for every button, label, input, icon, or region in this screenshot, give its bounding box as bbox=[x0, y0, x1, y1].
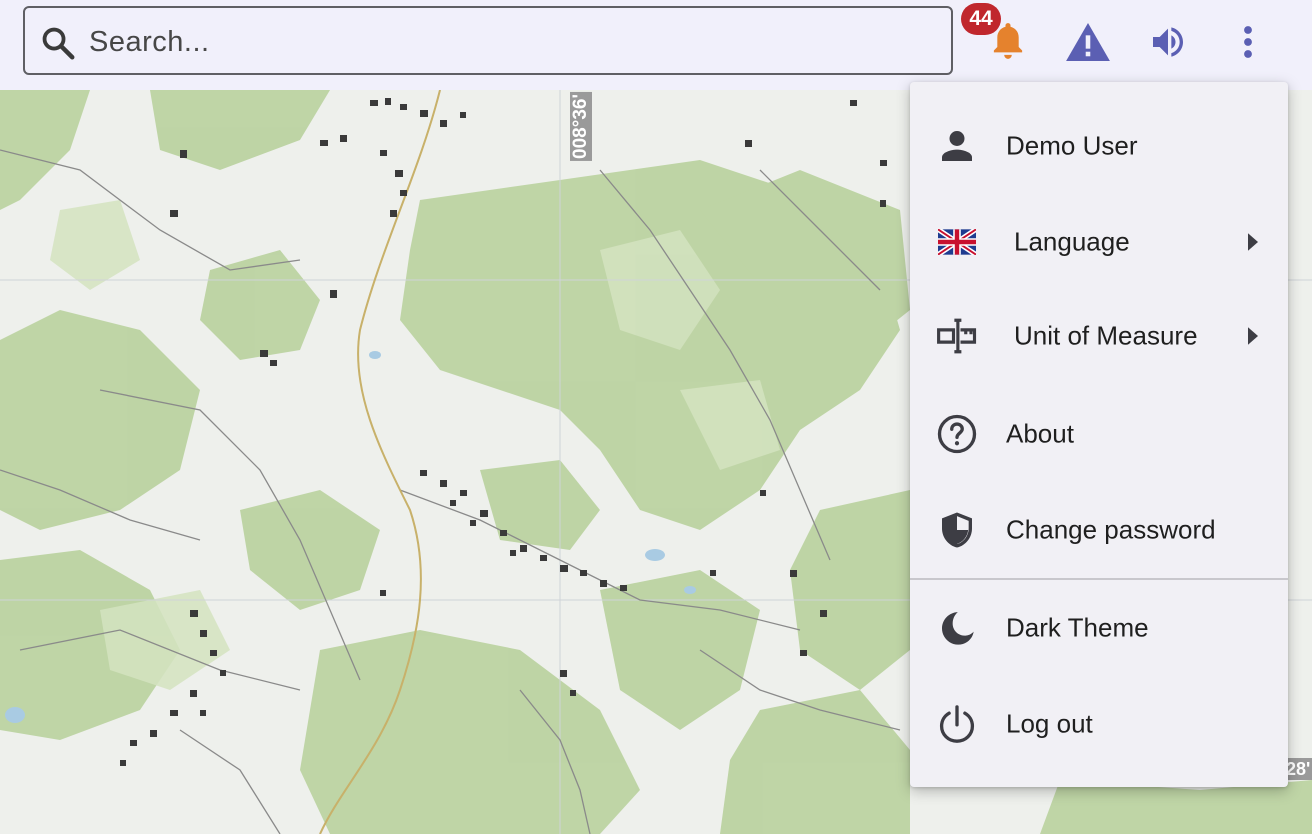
menu-item-label: Language bbox=[1014, 226, 1130, 257]
menu-item-label: Dark Theme bbox=[1006, 612, 1149, 643]
notification-count-badge: 44 bbox=[961, 3, 1001, 35]
menu-item-demo-user[interactable]: Demo User bbox=[910, 106, 1288, 186]
more-options-button[interactable] bbox=[1220, 12, 1276, 72]
menu-item-change-password[interactable]: Change password bbox=[910, 490, 1288, 570]
menu-item-label: Unit of Measure bbox=[1014, 320, 1198, 351]
shield-icon bbox=[936, 509, 978, 551]
map-edge-coordinate-label: 28' bbox=[1284, 758, 1312, 780]
menu-item-label: About bbox=[1006, 418, 1074, 449]
warning-icon bbox=[1066, 22, 1110, 62]
uk-flag-icon bbox=[936, 221, 978, 263]
search-box[interactable] bbox=[23, 6, 953, 75]
more-vert-icon bbox=[1244, 26, 1252, 58]
menu-item-log-out[interactable]: Log out bbox=[910, 684, 1288, 764]
chevron-right-icon bbox=[1248, 233, 1258, 251]
menu-item-about[interactable]: About bbox=[910, 394, 1288, 474]
menu-item-language[interactable]: Language bbox=[910, 202, 1288, 282]
search-icon[interactable] bbox=[39, 24, 77, 62]
menu-divider bbox=[910, 578, 1288, 580]
person-icon bbox=[936, 125, 978, 167]
user-menu: Demo User Language Unit of Measure About… bbox=[910, 82, 1288, 787]
menu-item-dark-theme[interactable]: Dark Theme bbox=[910, 588, 1288, 668]
menu-item-label: Log out bbox=[1006, 708, 1093, 739]
volume-icon bbox=[1153, 27, 1183, 57]
ruler-icon bbox=[936, 315, 978, 357]
sound-toggle-button[interactable] bbox=[1140, 12, 1196, 72]
map-longitude-label: 008°36' bbox=[570, 92, 592, 161]
power-icon bbox=[936, 703, 978, 745]
chevron-right-icon bbox=[1248, 327, 1258, 345]
search-input[interactable] bbox=[87, 16, 931, 68]
menu-item-label: Demo User bbox=[1006, 130, 1138, 161]
menu-item-unit-of-measure[interactable]: Unit of Measure bbox=[910, 296, 1288, 376]
alerts-button[interactable] bbox=[1060, 12, 1116, 72]
moon-icon bbox=[936, 607, 978, 649]
help-circle-icon bbox=[936, 413, 978, 455]
menu-item-label: Change password bbox=[1006, 514, 1216, 545]
top-bar: 44 bbox=[0, 0, 1312, 90]
